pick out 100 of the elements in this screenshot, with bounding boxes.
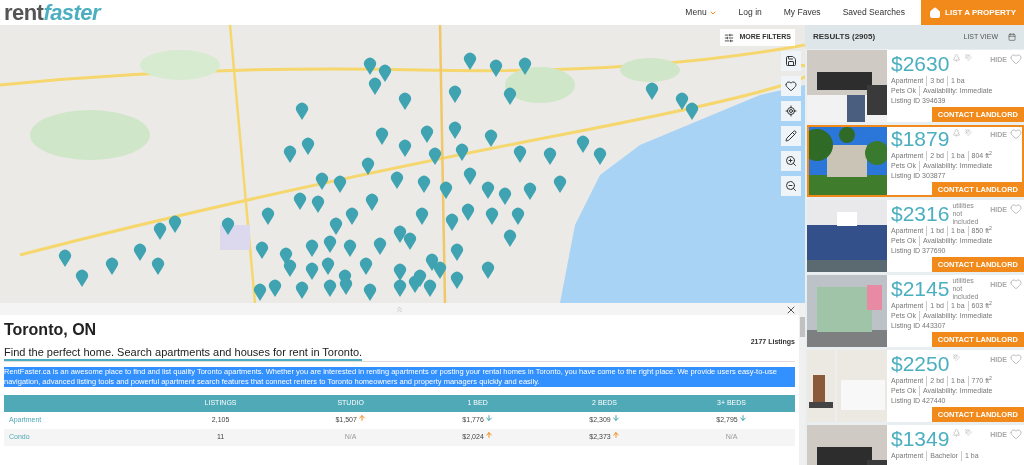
map-marker[interactable] [504, 229, 516, 247]
map-marker[interactable] [362, 157, 374, 175]
list-property-button[interactable]: LIST A PROPERTY [921, 0, 1024, 25]
map-marker[interactable] [524, 182, 536, 200]
map-marker[interactable] [284, 145, 296, 163]
map-marker[interactable] [451, 271, 463, 289]
map-marker[interactable] [366, 193, 378, 211]
map-marker[interactable] [482, 181, 494, 199]
map-marker[interactable] [418, 175, 430, 193]
map-marker[interactable] [424, 279, 436, 297]
map-marker[interactable] [154, 222, 166, 240]
map-marker[interactable] [485, 129, 497, 147]
map-marker[interactable] [334, 175, 346, 193]
map-marker[interactable] [364, 57, 376, 75]
map-marker[interactable] [296, 281, 308, 299]
map-marker[interactable] [426, 253, 438, 271]
map-marker[interactable] [360, 257, 372, 275]
map-marker[interactable] [504, 87, 516, 105]
map-marker[interactable] [59, 249, 71, 267]
map-marker[interactable] [446, 213, 458, 231]
map-marker[interactable] [379, 64, 391, 82]
map-marker[interactable] [330, 217, 342, 235]
close-icon[interactable] [785, 304, 797, 316]
logo[interactable]: rentfaster [0, 1, 100, 24]
map-marker[interactable] [306, 262, 318, 280]
map-marker[interactable] [306, 239, 318, 257]
map-marker[interactable] [254, 283, 266, 301]
map-marker[interactable] [594, 147, 606, 165]
map-marker[interactable] [169, 215, 181, 233]
map-marker[interactable] [376, 127, 388, 145]
map-marker[interactable] [449, 85, 461, 103]
map-marker[interactable] [512, 207, 524, 225]
map-marker[interactable] [152, 257, 164, 275]
map-marker[interactable] [394, 263, 406, 281]
map-marker[interactable] [646, 82, 658, 100]
map-marker[interactable] [344, 239, 356, 257]
map-marker[interactable] [577, 135, 589, 153]
map-marker[interactable] [294, 192, 306, 210]
map-marker[interactable] [256, 241, 268, 259]
map-marker[interactable] [676, 92, 688, 110]
map-marker[interactable] [316, 172, 328, 190]
map-marker[interactable] [519, 57, 531, 75]
map-marker[interactable] [429, 147, 441, 165]
zoom-out-icon[interactable] [781, 176, 801, 196]
locate-icon[interactable] [781, 101, 801, 121]
pencil-icon[interactable] [781, 126, 801, 146]
map-marker[interactable] [482, 261, 494, 279]
map-marker[interactable] [416, 207, 428, 225]
map-marker[interactable] [312, 195, 324, 213]
map-marker[interactable] [456, 143, 468, 161]
map-marker[interactable] [499, 187, 511, 205]
map-marker[interactable] [324, 235, 336, 253]
map-marker[interactable] [434, 261, 446, 279]
map-marker[interactable] [514, 145, 526, 163]
map-marker[interactable] [486, 207, 498, 225]
map-marker[interactable] [340, 277, 352, 295]
map-marker[interactable] [106, 257, 118, 275]
map-marker[interactable] [462, 203, 474, 221]
map-marker[interactable] [686, 102, 698, 120]
map-marker[interactable] [394, 279, 406, 297]
nav-link[interactable]: Log in [738, 6, 762, 19]
map-marker[interactable] [409, 275, 421, 293]
map-marker[interactable] [296, 102, 308, 120]
nav-link[interactable]: My Faves [783, 6, 821, 19]
map-marker[interactable] [399, 139, 411, 157]
map-marker[interactable] [284, 259, 296, 277]
map-marker[interactable] [369, 77, 381, 95]
nav-link[interactable]: Saved Searches [842, 6, 905, 19]
map-marker[interactable] [464, 52, 476, 70]
map-marker[interactable] [451, 243, 463, 261]
map-marker[interactable] [464, 167, 476, 185]
map-marker[interactable] [440, 181, 452, 199]
scrollbar-thumb[interactable] [799, 317, 805, 337]
map-marker[interactable] [302, 137, 314, 155]
map-marker[interactable] [322, 257, 334, 275]
map-marker[interactable] [399, 92, 411, 110]
map-marker[interactable] [374, 237, 386, 255]
map-marker[interactable] [134, 243, 146, 261]
map-marker[interactable] [490, 59, 502, 77]
map-marker[interactable] [449, 121, 461, 139]
map-marker[interactable] [394, 225, 406, 243]
collapse-icon[interactable] [395, 304, 404, 314]
map-marker[interactable] [346, 207, 358, 225]
save-icon[interactable] [781, 51, 801, 71]
map-marker[interactable] [554, 175, 566, 193]
map-marker[interactable] [404, 232, 416, 250]
map-marker[interactable] [324, 279, 336, 297]
map-marker[interactable] [544, 147, 556, 165]
scrollbar[interactable] [799, 303, 805, 465]
map-marker[interactable] [280, 247, 292, 265]
map-marker[interactable] [76, 269, 88, 287]
nav-link[interactable]: Menu [685, 6, 717, 19]
zoom-in-icon[interactable] [781, 151, 801, 171]
map-marker[interactable] [364, 283, 376, 301]
map-marker[interactable] [262, 207, 274, 225]
map-marker[interactable] [391, 171, 403, 189]
map-marker[interactable] [269, 279, 281, 297]
map-marker[interactable] [222, 217, 234, 235]
map-marker[interactable] [421, 125, 433, 143]
calendar-icon[interactable] [1008, 33, 1016, 41]
